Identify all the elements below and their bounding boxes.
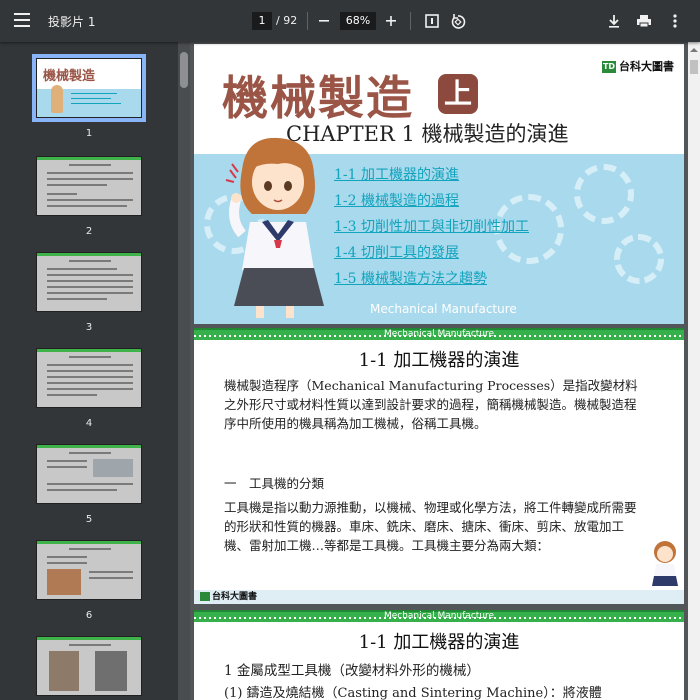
cover-footer: Mechanical Manufacture	[370, 302, 517, 316]
slide-title: 1-1 加工機器的演進	[358, 632, 520, 653]
thumbnail-image	[36, 540, 142, 600]
more-vert-icon	[673, 14, 677, 28]
minus-icon	[319, 20, 329, 22]
volume-badge: 上	[438, 74, 478, 114]
more-actions-button[interactable]	[664, 10, 686, 32]
header-stripe-label: Mechanical Manufacture	[383, 611, 495, 621]
thumbnail-image	[36, 252, 142, 312]
fit-to-page-icon	[425, 14, 439, 28]
thumbnail-image	[36, 444, 142, 504]
thumbnail-image	[36, 348, 142, 408]
girl-illustration	[225, 137, 324, 318]
thumbnail-sidebar: 機械製造 1 2 3 4 5 6	[0, 42, 178, 700]
divider	[410, 12, 411, 30]
download-icon	[609, 15, 619, 28]
print-icon	[637, 15, 651, 28]
document-scrollbar[interactable]	[688, 42, 700, 700]
subheading: 1 金屬成型工具機（改變材料外形的機械）	[224, 663, 480, 679]
header-stripe-label: Mechanical Manufacture	[383, 329, 495, 339]
document-title: 投影片 1	[48, 15, 96, 29]
thumbnail-number: 3	[85, 322, 93, 333]
page-2: Mechanical Manufacture 1-1 加工機器的演進 機械製造程…	[194, 328, 684, 604]
thumbnail-image	[36, 156, 142, 216]
thumbnail-image	[36, 636, 142, 696]
thumbnail-page-7[interactable]	[36, 636, 142, 696]
page-total: / 92	[276, 14, 298, 27]
toc-link-1-2[interactable]: 1-2 機械製造的過程	[334, 190, 529, 210]
thumbnail-page-6[interactable]: 6	[36, 540, 142, 621]
print-button[interactable]	[633, 10, 655, 32]
table-of-contents: 1-1 加工機器的演進 1-2 機械製造的過程 1-3 切削性加工與非切削性加工…	[334, 164, 529, 294]
menu-icon[interactable]	[14, 13, 30, 27]
paragraph-line: (1) 鑄造及燒結機（Casting and Sintering Machine…	[224, 686, 602, 700]
slide-title: 1-1 加工機器的演進	[358, 350, 520, 371]
document-viewport: 機械製造 上 TD 台科大圖書 CHAPTER 1 機械製造的演進 1-1 加工…	[190, 42, 688, 700]
thumbnail-number: 1	[85, 128, 93, 139]
thumbnail-number: 6	[85, 610, 93, 621]
paragraph-2: 工具機是指以動力源推動，以機械、物理或化學方法，將工件轉變成所需要的形狀和性質的…	[224, 500, 637, 553]
toc-link-1-1[interactable]: 1-1 加工機器的演進	[334, 164, 529, 184]
download-button[interactable]	[603, 10, 625, 32]
thumbnail-page-3[interactable]: 3	[36, 252, 142, 333]
zoom-level-input[interactable]: 68%	[340, 12, 376, 30]
page-3: Mechanical Manufacture 1-1 加工機器的演進 1 金屬成…	[194, 610, 684, 700]
paragraph-1: 機械製造程序（Mechanical Manufacturing Processe…	[224, 378, 638, 431]
sidebar-scrollbar[interactable]	[178, 42, 190, 700]
zoom-out-button[interactable]	[313, 10, 335, 32]
scroll-up-arrow-icon	[690, 48, 698, 52]
rotate-icon	[451, 14, 466, 29]
thumbnail-image: 機械製造	[32, 54, 146, 122]
mascot-illustration	[652, 541, 678, 586]
page-1: 機械製造 上 TD 台科大圖書 CHAPTER 1 機械製造的演進 1-1 加工…	[194, 44, 684, 324]
zoom-in-button[interactable]	[380, 10, 402, 32]
toc-link-1-5[interactable]: 1-5 機械製造方法之趨勢	[334, 268, 529, 288]
fit-page-button[interactable]	[421, 10, 443, 32]
rotate-button[interactable]	[447, 10, 469, 32]
publisher-logo: 台科大圖書	[200, 589, 257, 602]
page-number-input[interactable]: 1	[252, 12, 272, 30]
thumbnail-number: 4	[85, 418, 93, 429]
thumbnail-page-1[interactable]: 機械製造 1	[32, 54, 146, 139]
thumbnail-page-4[interactable]: 4	[36, 348, 142, 429]
toc-link-1-3[interactable]: 1-3 切削性加工與非切削性加工	[334, 216, 529, 236]
toc-link-1-4[interactable]: 1-4 切削工具的發展	[334, 242, 529, 262]
publisher-logo: TD 台科大圖書	[602, 60, 674, 73]
pdf-viewer: 投影片 1 1 / 92 68% 機械製造 1 2 3 4 5 6 機械製造 上…	[0, 0, 700, 700]
divider	[307, 12, 308, 30]
thumbnail-number: 5	[85, 514, 93, 525]
toolbar: 投影片 1 1 / 92 68%	[0, 0, 700, 42]
plus-icon	[386, 16, 396, 26]
thumbnail-number: 2	[85, 226, 93, 237]
section-heading: 一 工具機的分類	[224, 476, 325, 491]
thumbnail-page-2[interactable]: 2	[36, 156, 142, 237]
scrollbar-thumb[interactable]	[690, 60, 698, 74]
thumbnail-page-5[interactable]: 5	[36, 444, 142, 525]
